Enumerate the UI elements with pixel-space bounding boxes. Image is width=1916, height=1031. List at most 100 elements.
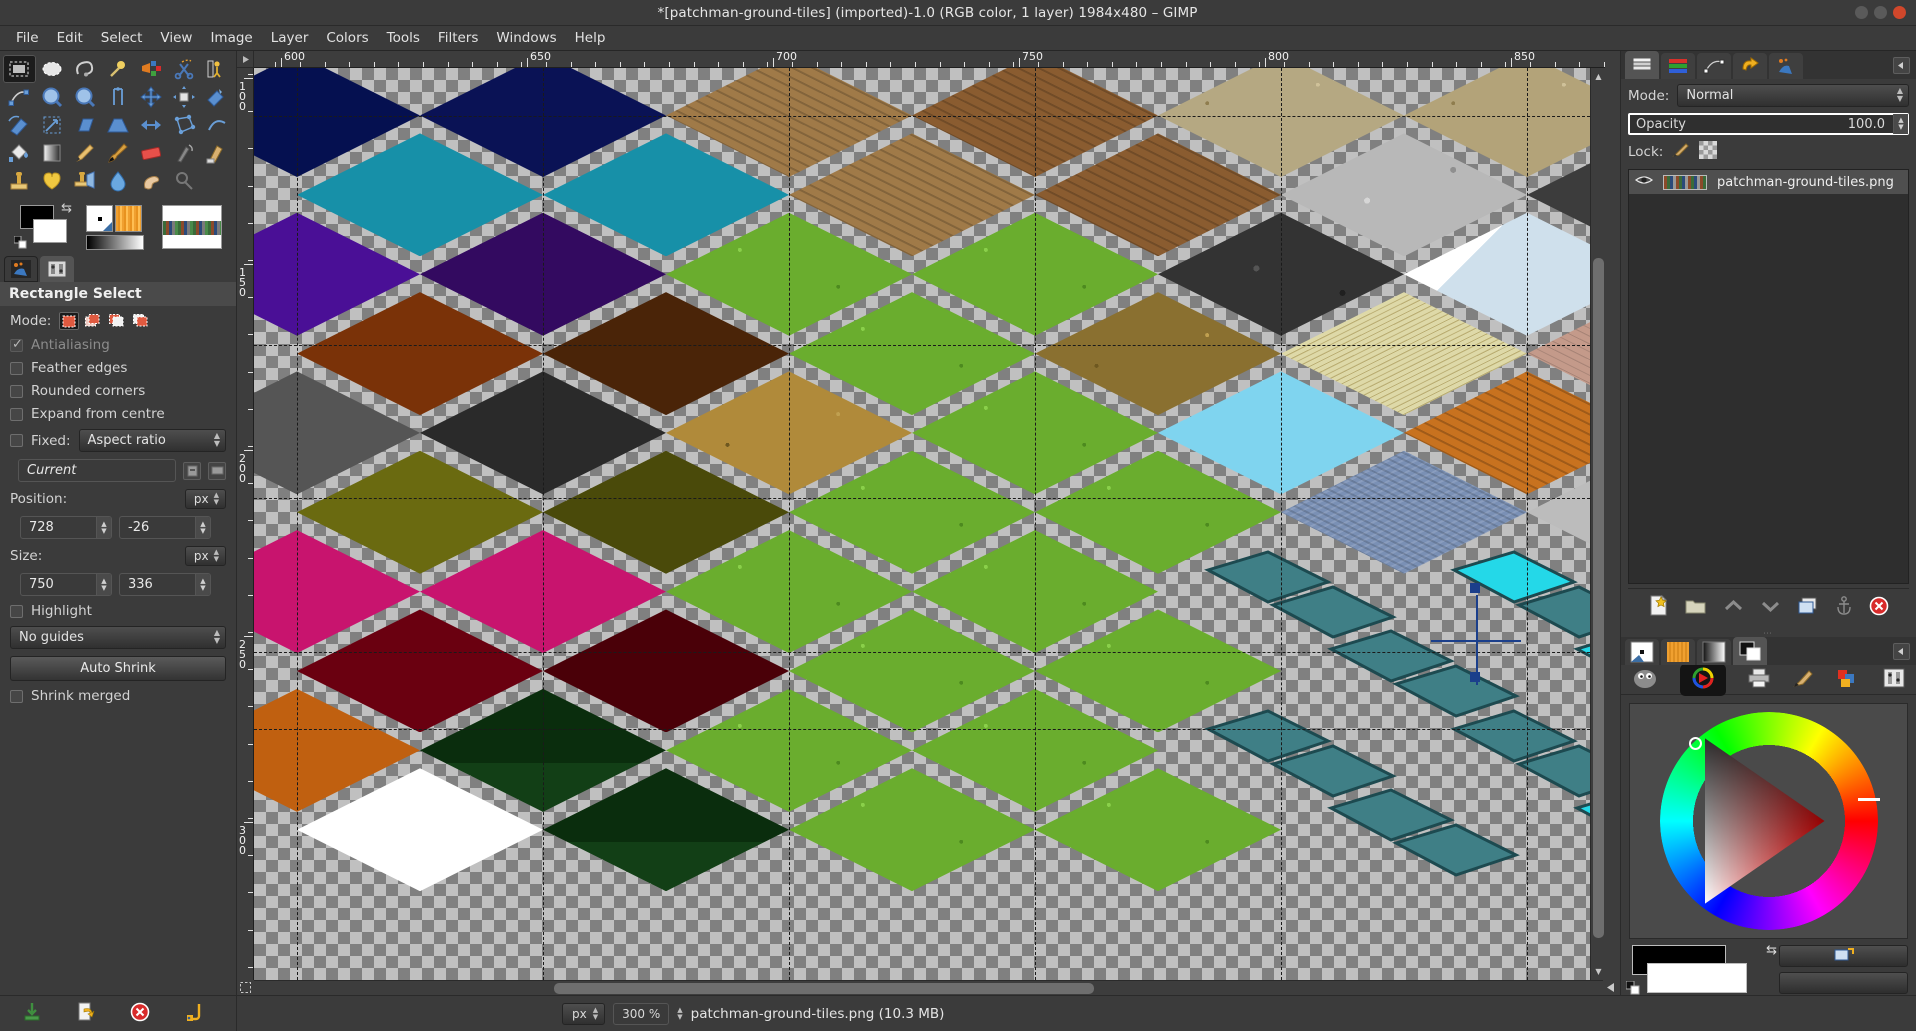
- selection-handle-top[interactable]: [1470, 583, 1480, 593]
- fg-bg-color-area[interactable]: ⇆: [1625, 943, 1777, 995]
- reset-colors-icon[interactable]: [1625, 980, 1640, 995]
- guide-vertical[interactable]: [1281, 68, 1282, 980]
- spinner-arrows-icon[interactable]: ▲ ▼: [1893, 114, 1908, 134]
- position-y-spinner[interactable]: -26 ▲ ▼: [119, 516, 211, 539]
- guides-combo[interactable]: No guides ▲ ▼: [10, 626, 226, 649]
- fuzzy-select-tool[interactable]: [102, 55, 135, 83]
- gradient-tool[interactable]: [36, 139, 69, 167]
- new-group-icon[interactable]: [1685, 597, 1706, 619]
- maximize-button[interactable]: [1874, 6, 1887, 19]
- vertical-ruler[interactable]: 100150200250300350400: [237, 68, 254, 980]
- mode-replace-button[interactable]: [59, 312, 80, 330]
- spinner-arrows-icon[interactable]: ▲ ▼: [96, 574, 111, 595]
- mode-intersect-button[interactable]: [131, 312, 151, 330]
- menu-colors[interactable]: Colors: [317, 28, 377, 48]
- foreground-select-tool[interactable]: [200, 55, 233, 83]
- menu-view[interactable]: View: [151, 28, 201, 48]
- mode-subtract-button[interactable]: [107, 312, 127, 330]
- aspect-ratio-input[interactable]: Current: [18, 459, 176, 482]
- tab-patterns[interactable]: [1661, 639, 1695, 665]
- fixed-checkbox[interactable]: [10, 434, 23, 447]
- heal-tool[interactable]: [36, 167, 69, 195]
- scroll-up-icon[interactable]: ▲: [1591, 70, 1606, 83]
- vertical-scrollbar[interactable]: ▲ ▼: [1590, 68, 1605, 980]
- tab-gradients[interactable]: [1697, 639, 1731, 665]
- dodge-burn-tool[interactable]: [167, 167, 200, 195]
- guide-horizontal[interactable]: [254, 116, 1590, 117]
- smudge-tool[interactable]: [134, 167, 167, 195]
- tab-undo-history[interactable]: [1733, 53, 1767, 79]
- blend-mode-combo[interactable]: Normal ▲ ▼: [1677, 84, 1909, 107]
- ruler-origin-button[interactable]: [237, 51, 254, 68]
- active-pattern-icon[interactable]: [115, 205, 142, 232]
- bucket-fill-tool[interactable]: [3, 139, 36, 167]
- menu-select[interactable]: Select: [92, 28, 152, 48]
- blur-sharpen-tool[interactable]: [102, 167, 135, 195]
- tab-toolbox[interactable]: [4, 256, 38, 282]
- guide-horizontal[interactable]: [254, 498, 1590, 499]
- menu-image[interactable]: Image: [201, 28, 261, 48]
- dock2-menu-button[interactable]: [1893, 643, 1910, 660]
- feather-edges-checkbox[interactable]: [10, 361, 23, 375]
- anchor-layer-icon[interactable]: [1835, 595, 1853, 620]
- size-unit-button[interactable]: px ▲ ▼: [184, 546, 226, 566]
- guide-horizontal[interactable]: [254, 652, 1590, 653]
- quick-mask-toggle[interactable]: [237, 980, 254, 995]
- swap-colors-icon[interactable]: ⇆: [61, 201, 72, 216]
- dock-menu-button[interactable]: [1893, 57, 1910, 74]
- menu-layer[interactable]: Layer: [262, 28, 318, 48]
- vertical-scroll-thumb[interactable]: [1593, 258, 1604, 938]
- horizontal-scrollbar[interactable]: [254, 980, 1603, 995]
- antialiasing-checkbox[interactable]: [10, 337, 23, 352]
- tab-colors[interactable]: [1733, 637, 1767, 665]
- spinner-arrows-icon[interactable]: ▲ ▼: [96, 517, 111, 538]
- minimize-button[interactable]: [1855, 6, 1868, 19]
- lock-pixels-icon[interactable]: [1671, 141, 1691, 163]
- rectangle-select-tool[interactable]: [3, 55, 36, 83]
- aspect-landscape-icon[interactable]: [208, 461, 226, 480]
- rounded-corners-checkbox[interactable]: [10, 384, 23, 398]
- expand-from-centre-row[interactable]: Expand from centre: [10, 406, 226, 422]
- layer-visibility-icon[interactable]: [1634, 174, 1654, 190]
- rotate-tool[interactable]: [3, 111, 36, 139]
- delete-layer-icon[interactable]: [1869, 596, 1889, 620]
- status-unit-button[interactable]: px ▲ ▼: [562, 1002, 606, 1025]
- ink-tool[interactable]: [200, 139, 233, 167]
- pencil-tool[interactable]: [69, 139, 102, 167]
- menu-windows[interactable]: Windows: [487, 28, 565, 48]
- eraser-tool[interactable]: [134, 139, 167, 167]
- move-tool[interactable]: [134, 83, 167, 111]
- raise-layer-icon[interactable]: [1723, 597, 1744, 619]
- scissors-select-tool[interactable]: [167, 55, 200, 83]
- hue-marker[interactable]: [1688, 737, 1702, 750]
- color-history-button[interactable]: [1779, 972, 1908, 994]
- color-wheel-container[interactable]: [1629, 703, 1908, 939]
- palette-tab-icon[interactable]: [1837, 668, 1861, 692]
- color-picker-from-screen-button[interactable]: [1779, 945, 1908, 967]
- selection-handle-bottom[interactable]: [1470, 672, 1480, 682]
- tab-brushes[interactable]: [1625, 639, 1659, 665]
- navigation-preview-button[interactable]: [1603, 980, 1620, 995]
- duplicate-layer-icon[interactable]: [1797, 597, 1818, 619]
- airbrush-tool[interactable]: [167, 139, 200, 167]
- color-wheel[interactable]: [1659, 712, 1880, 930]
- position-x-spinner[interactable]: 728 ▲ ▼: [20, 516, 112, 539]
- guide-vertical[interactable]: [789, 68, 790, 980]
- background-color-large[interactable]: [1647, 963, 1747, 993]
- shrink-merged-checkbox[interactable]: [10, 689, 23, 703]
- gimp-tab-icon[interactable]: [1632, 667, 1658, 693]
- zoom-spinner-arrows-icon[interactable]: ▲ ▼: [677, 1006, 682, 1021]
- reset-colors-icon[interactable]: [13, 235, 27, 249]
- crop-tool[interactable]: [200, 83, 233, 111]
- highlight-row[interactable]: Highlight: [10, 603, 226, 619]
- printer-tab-icon[interactable]: [1748, 668, 1770, 692]
- clone-tool[interactable]: [3, 167, 36, 195]
- feather-edges-row[interactable]: Feather edges: [10, 360, 226, 376]
- guide-vertical[interactable]: [1035, 68, 1036, 980]
- color-wheel-tab-icon[interactable]: [1680, 663, 1727, 696]
- close-button[interactable]: [1893, 6, 1906, 19]
- foreground-background-colors[interactable]: ⇆: [13, 201, 72, 249]
- restore-icon[interactable]: [184, 1002, 204, 1026]
- revert-icon[interactable]: [76, 1002, 96, 1026]
- guide-horizontal[interactable]: [254, 345, 1590, 346]
